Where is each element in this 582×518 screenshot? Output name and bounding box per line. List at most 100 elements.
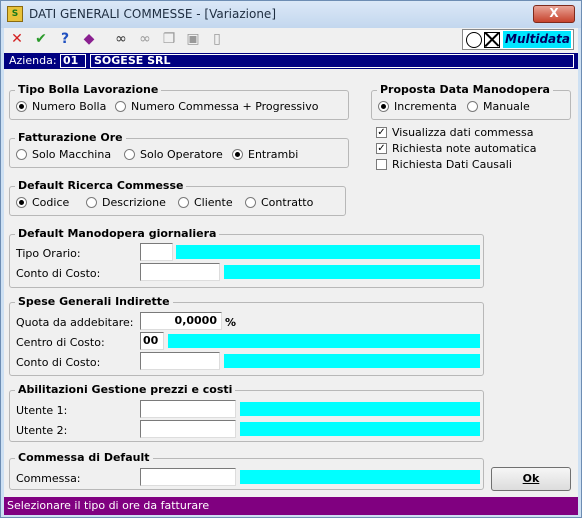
radio-incrementa[interactable]: Incrementa — [378, 100, 457, 113]
radio-cliente[interactable]: Cliente — [178, 196, 233, 209]
radio-label: Cliente — [194, 196, 233, 209]
radio-label: Codice — [32, 196, 70, 209]
azienda-name: SOGESE SRL — [90, 54, 574, 68]
tipo-orario-label: Tipo Orario: — [16, 247, 81, 260]
quota-input[interactable]: 0,0000 — [140, 312, 222, 330]
radio-label: Solo Operatore — [140, 148, 223, 161]
multidata-logo: Multidata — [462, 29, 574, 50]
check-richiesta-note[interactable]: ✓ Richiesta note automatica — [376, 142, 536, 155]
radio-label: Manuale — [483, 100, 530, 113]
utente1-label: Utente 1: — [16, 404, 68, 417]
copy-icon[interactable]: ❐ — [160, 30, 178, 48]
radio-indicator[interactable] — [378, 101, 389, 112]
commessa-default-title: Commessa di Default — [15, 451, 153, 464]
radio-label: Numero Bolla — [32, 100, 107, 113]
azienda-bar: Azienda: 01 SOGESE SRL — [4, 53, 578, 69]
binoculars-cross-icon[interactable]: ∞ — [136, 30, 154, 48]
radio-codice[interactable]: Codice — [16, 196, 69, 209]
new-page-icon[interactable]: ▯ — [208, 30, 226, 48]
radio-entrambi[interactable]: Entrambi — [232, 148, 298, 161]
close-icon[interactable]: ✕ — [8, 30, 26, 48]
book-icon[interactable]: ◆ — [80, 30, 98, 48]
radio-indicator[interactable] — [16, 197, 27, 208]
tipo-orario-description — [176, 245, 480, 259]
radio-label: Incrementa — [394, 100, 457, 113]
help-icon[interactable]: ? — [56, 30, 74, 48]
conto-costo-label: Conto di Costo: — [16, 267, 101, 280]
radio-indicator[interactable] — [232, 149, 243, 160]
radio-solo-macchina[interactable]: Solo Macchina — [16, 148, 111, 161]
main-window: S DATI GENERALI COMMESSE - [Variazione] … — [0, 0, 582, 518]
radio-indicator[interactable] — [178, 197, 189, 208]
ok-button[interactable]: Ok — [491, 467, 571, 491]
window-close-button[interactable]: X — [533, 5, 575, 23]
check-icon[interactable]: ✔ — [32, 30, 50, 48]
radio-indicator[interactable] — [467, 101, 478, 112]
radio-numero-commessa[interactable]: Numero Commessa + Progressivo — [115, 100, 318, 113]
fatturazione-title: Fatturazione Ore — [15, 131, 126, 144]
azienda-code: 01 — [60, 54, 86, 68]
radio-indicator[interactable] — [16, 101, 27, 112]
radio-indicator[interactable] — [86, 197, 97, 208]
utente1-input[interactable] — [140, 400, 236, 418]
check-richiesta-causali[interactable]: Richiesta Dati Causali — [376, 158, 512, 171]
radio-manuale[interactable]: Manuale — [467, 100, 530, 113]
conto-costo-description — [224, 354, 480, 368]
radio-label: Descrizione — [102, 196, 166, 209]
conto-costo-label: Conto di Costo: — [16, 356, 101, 369]
radio-label: Contratto — [261, 196, 314, 209]
commessa-label: Commessa: — [16, 472, 81, 485]
group-proposta-data: Proposta Data Manodopera Incrementa Manu… — [371, 83, 571, 120]
group-tipo-bolla: Tipo Bolla Lavorazione Numero Bolla Nume… — [9, 83, 349, 120]
radio-descrizione[interactable]: Descrizione — [86, 196, 166, 209]
radio-label: Solo Macchina — [32, 148, 112, 161]
checkbox-box[interactable] — [376, 159, 387, 170]
utente1-description — [240, 402, 480, 416]
conto-costo-input[interactable] — [140, 352, 220, 370]
quota-label: Quota da addebitare: — [16, 316, 134, 329]
title-bar: S DATI GENERALI COMMESSE - [Variazione] … — [1, 1, 581, 28]
centro-costo-input[interactable]: 00 — [140, 332, 164, 350]
radio-indicator[interactable] — [245, 197, 256, 208]
spese-title: Spese Generali Indirette — [15, 295, 173, 308]
conto-costo-description — [224, 265, 480, 279]
toolbar: ✕ ✔ ? ◆ ∞ ∞ ❐ ▣ ▯ Multidata — [4, 28, 578, 52]
check-visualizza-dati[interactable]: ✓ Visualizza dati commessa — [376, 126, 533, 139]
logo-text: Multidata — [503, 31, 571, 48]
manodopera-title: Default Manodopera giornaliera — [15, 227, 220, 240]
paste-icon[interactable]: ▣ — [184, 30, 202, 48]
checkbox-box[interactable]: ✓ — [376, 143, 387, 154]
group-fatturazione: Fatturazione Ore Solo Macchina Solo Oper… — [9, 131, 349, 168]
group-ricerca: Default Ricerca Commesse Codice Descrizi… — [9, 179, 346, 216]
abilitazioni-title: Abilitazioni Gestione prezzi e costi — [15, 383, 236, 396]
radio-indicator[interactable] — [124, 149, 135, 160]
tipo-orario-input[interactable] — [140, 243, 173, 261]
radio-contratto[interactable]: Contratto — [245, 196, 313, 209]
radio-solo-operatore[interactable]: Solo Operatore — [124, 148, 223, 161]
utente2-description — [240, 422, 480, 436]
conto-costo-input[interactable] — [140, 263, 220, 281]
binoculars-icon[interactable]: ∞ — [112, 30, 130, 48]
ricerca-title: Default Ricerca Commesse — [15, 179, 187, 192]
radio-numero-bolla[interactable]: Numero Bolla — [16, 100, 106, 113]
radio-label: Entrambi — [248, 148, 299, 161]
utente2-input[interactable] — [140, 420, 236, 438]
radio-indicator[interactable] — [115, 101, 126, 112]
circle-icon — [466, 32, 482, 48]
cross-box-icon — [484, 32, 500, 48]
checkbox-label: Richiesta Dati Causali — [392, 158, 512, 171]
group-manodopera: Default Manodopera giornaliera Tipo Orar… — [9, 227, 484, 288]
checkbox-label: Visualizza dati commessa — [392, 126, 534, 139]
utente2-label: Utente 2: — [16, 424, 68, 437]
checkbox-box[interactable]: ✓ — [376, 127, 387, 138]
commessa-input[interactable] — [140, 468, 236, 486]
centro-costo-description — [168, 334, 480, 348]
radio-indicator[interactable] — [16, 149, 27, 160]
azienda-label: Azienda: — [9, 54, 57, 67]
checkbox-label: Richiesta note automatica — [392, 142, 537, 155]
status-bar: Selezionare il tipo di ore da fatturare — [4, 497, 578, 515]
percent-sign: % — [225, 316, 237, 329]
radio-label: Numero Commessa + Progressivo — [131, 100, 319, 113]
window-title: DATI GENERALI COMMESSE - [Variazione] — [29, 7, 276, 21]
commessa-description — [240, 470, 480, 484]
